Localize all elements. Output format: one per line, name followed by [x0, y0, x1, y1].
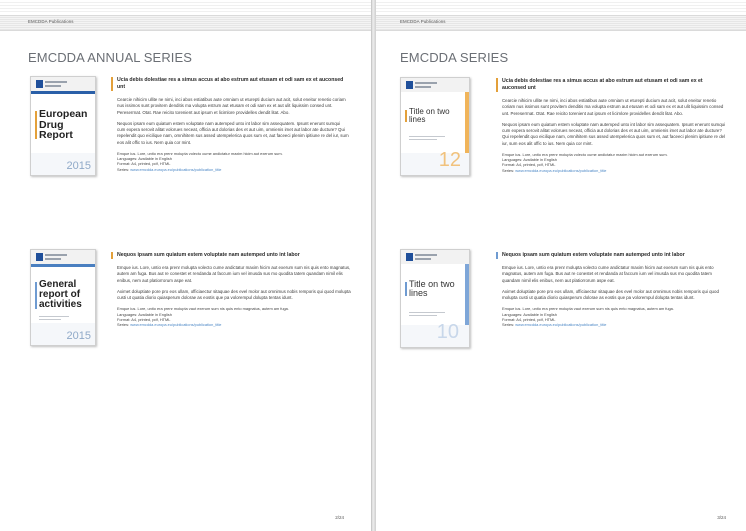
series-link[interactable]: www.emcdda.europa.eu/publications/public…: [130, 322, 221, 327]
header-label: EMCDDA Publications: [400, 19, 446, 24]
top-rule-lines: [0, 0, 371, 14]
cover-logo-text: [45, 81, 67, 83]
top-rule-lines: [376, 0, 746, 14]
document-spread: EMCDDA Publications EMCDDA ANNUAL SERIES…: [0, 0, 746, 531]
emcdda-logo-icon: [36, 253, 43, 261]
entry-text-2: Nequos ipsam sum quiatum estem voluptate…: [111, 252, 351, 327]
cover-title: Title on two lines: [405, 107, 459, 125]
entry-meta-series: Series: www.emcdda.europa.eu/publication…: [117, 167, 349, 172]
cover-subtitle-line: [39, 316, 69, 317]
cover-title: European Drug Report: [35, 108, 95, 142]
right-page: EMCDDA Publications EMCDDA SERIES Title …: [376, 0, 746, 531]
page-title: EMCDDA ANNUAL SERIES: [28, 50, 193, 65]
emcdda-logo-icon: [36, 80, 43, 88]
cover-logo-text: [45, 85, 61, 87]
entry-heading: Ucia debis dolestiae res a simus accus a…: [111, 77, 349, 92]
entry-heading: Nequos ipsam sum quiatum estem voluptate…: [111, 252, 351, 260]
publication-cover-title-on-two-lines[interactable]: Title on two lines 12: [400, 77, 470, 176]
left-page: EMCDDA Publications EMCDDA ANNUAL SERIES…: [0, 0, 371, 531]
publication-cover-title-on-two-lines[interactable]: Title on two lines 10: [400, 249, 470, 348]
series-link[interactable]: www.emcdda.europa.eu/publications/public…: [130, 167, 221, 172]
page-number: 3/24: [717, 515, 726, 520]
series-link[interactable]: www.emcdda.europa.eu/publications/public…: [515, 168, 606, 173]
cover-subtitle-line: [39, 319, 61, 320]
publication-cover-european-drug-report[interactable]: European Drug Report 2015: [30, 76, 96, 176]
cover-title-bar: [35, 282, 37, 309]
header-label: EMCDDA Publications: [28, 19, 74, 24]
cover-number: 12: [438, 149, 461, 171]
cover-title: General report of activities: [35, 279, 95, 311]
cover-title-text: Title on two lines: [409, 107, 450, 125]
entry-meta-series: Series: www.emcdda.europa.eu/publication…: [117, 322, 351, 327]
entry-meta-series: Series: www.emcdda.europa.eu/publication…: [502, 322, 728, 327]
entry-paragraph: Emque ius. Lore, untio era prenr molupta…: [502, 265, 714, 283]
cover-subtitle-line: [409, 139, 437, 140]
entry-text-1: Ucia debis dolestiae res a simus accus a…: [111, 77, 349, 172]
cover-logo-text: [45, 254, 67, 256]
cover-number: 10: [436, 321, 459, 343]
page-number: 2/24: [335, 515, 344, 520]
cover-title-bar: [35, 111, 37, 140]
cover-logo-text: [415, 254, 437, 256]
publication-cover-general-report[interactable]: General report of activities 2015: [30, 249, 96, 346]
entry-paragraph: Cearcie nihicim ullite ne nimi, inci abo…: [117, 97, 346, 115]
entry-paragraph: Nequos ipsam eum quiatum estem voluptate…: [502, 121, 726, 146]
series-link[interactable]: www.emcdda.europa.eu/publications/public…: [515, 322, 606, 327]
cover-year: 2015: [66, 160, 91, 172]
cover-title: Title on two lines: [405, 279, 461, 299]
cover-accent-strip: [31, 264, 95, 267]
cover-logo-text: [415, 82, 437, 84]
series-label: Series:: [117, 322, 130, 328]
series-label: Series:: [502, 167, 515, 173]
entry-heading: Nequos ipsam sum quiatum estem voluptate…: [496, 252, 728, 260]
series-label: Series:: [502, 322, 515, 328]
entry-paragraph: Nequos ipsam eum quiatum estem voluptate…: [117, 120, 349, 145]
page-header: EMCDDA Publications: [376, 15, 746, 31]
entry-meta-series: Series: www.emcdda.europa.eu/publication…: [502, 168, 728, 173]
cover-accent-strip: [31, 91, 95, 94]
cover-logo-text: [415, 86, 431, 88]
cover-subtitle-line: [409, 136, 445, 137]
cover-year: 2015: [66, 330, 91, 342]
entry-text-2: Nequos ipsam sum quiatum estem voluptate…: [496, 252, 728, 327]
entry-heading: Ucia debis dolestiae res a simus accus a…: [496, 78, 728, 93]
series-label: Series:: [117, 166, 130, 172]
cover-title-bar: [405, 110, 407, 123]
cover-subtitle-line: [409, 315, 437, 316]
page-header: EMCDDA Publications: [0, 15, 371, 31]
cover-title-text: European Drug Report: [39, 108, 88, 142]
emcdda-logo-icon: [406, 81, 413, 89]
cover-title-text: Title on two lines: [409, 279, 455, 299]
entry-paragraph: Emque ius. Lore, untio era prenr molupta…: [117, 265, 351, 283]
cover-logo-text: [415, 258, 431, 260]
emcdda-logo-icon: [406, 253, 413, 261]
cover-title-text: General report of activities: [39, 279, 82, 311]
entry-paragraph: Aximet doluptiate pore pro eos ullam, of…: [117, 288, 351, 301]
entry-text-1: Ucia debis dolestiae res a simus accus a…: [496, 78, 728, 173]
entry-paragraph: Aximet doluptiate pore pro eos ullam, of…: [502, 288, 719, 301]
cover-subtitle-line: [409, 312, 445, 313]
entry-paragraph: Cearcie nihicim ullite ne nimi, inci abo…: [502, 98, 724, 116]
cover-logo-text: [45, 258, 61, 260]
cover-title-bar: [405, 282, 407, 297]
page-title: EMCDDA SERIES: [400, 50, 509, 65]
